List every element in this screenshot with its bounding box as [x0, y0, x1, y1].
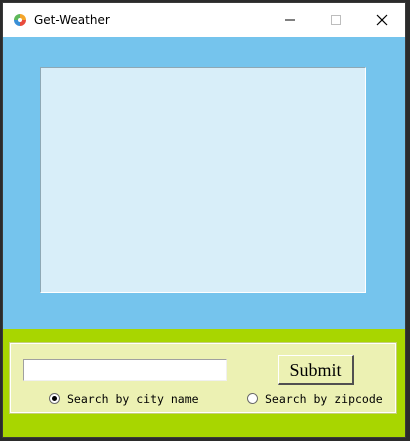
maximize-button[interactable]	[313, 3, 359, 37]
window-title: Get-Weather	[34, 13, 110, 27]
app-window: Get-Weather Submit Search by city name S…	[2, 2, 406, 438]
title-bar[interactable]: Get-Weather	[3, 3, 405, 37]
minimize-icon	[285, 19, 295, 21]
minimize-button[interactable]	[267, 3, 313, 37]
search-by-zipcode-label: Search by zipcode	[265, 392, 383, 406]
radio-unselected-indicator[interactable]	[247, 393, 258, 404]
search-controls-frame: Submit Search by city name Search by zip…	[9, 342, 397, 414]
sky-area	[3, 37, 405, 329]
city-search-input[interactable]	[23, 359, 227, 381]
radio-selected-indicator[interactable]	[49, 393, 60, 404]
window-content: Submit Search by city name Search by zip…	[3, 37, 405, 437]
close-icon	[376, 14, 388, 26]
close-button[interactable]	[359, 3, 405, 37]
ground-area: Submit Search by city name Search by zip…	[3, 329, 405, 437]
search-by-city-label: Search by city name	[67, 392, 199, 406]
weather-app-icon	[12, 12, 28, 28]
maximize-icon	[331, 15, 341, 25]
weather-display-panel	[40, 67, 366, 293]
submit-button[interactable]: Submit	[278, 355, 354, 385]
